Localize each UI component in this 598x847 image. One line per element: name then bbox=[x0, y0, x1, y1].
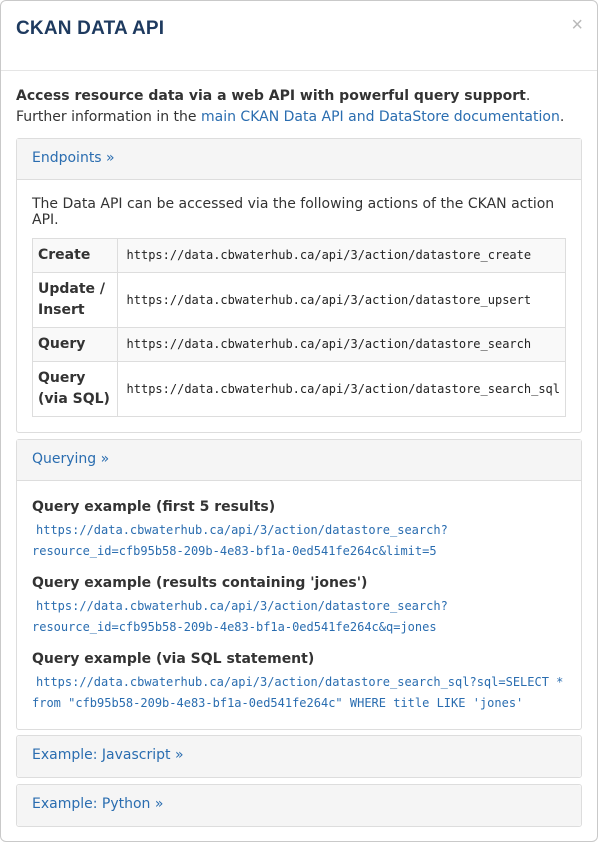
endpoints-toggle-link[interactable]: Endpoints » bbox=[32, 150, 115, 166]
endpoint-url: https://data.cbwaterhub.ca/api/3/action/… bbox=[116, 272, 567, 328]
endpoint-url: https://data.cbwaterhub.ca/api/3/action/… bbox=[116, 327, 567, 362]
querying-heading[interactable]: Querying » bbox=[17, 440, 581, 481]
table-row: Create https://data.cbwaterhub.ca/api/3/… bbox=[32, 238, 567, 273]
modal-header: CKAN DATA API × bbox=[1, 1, 597, 71]
javascript-heading[interactable]: Example: Javascript » bbox=[17, 736, 581, 777]
query-code-line: https://data.cbwaterhub.ca/api/3/action/… bbox=[36, 523, 448, 537]
modal-title: CKAN DATA API bbox=[16, 18, 165, 39]
endpoints-body: The Data API can be accessed via the fol… bbox=[17, 180, 581, 432]
query-example-title: Query example (via SQL statement) bbox=[32, 651, 315, 667]
endpoint-label: Create bbox=[32, 238, 118, 273]
intro-text: Access resource data via a web API with … bbox=[16, 86, 582, 128]
table-row: Update / Insert https://data.cbwaterhub.… bbox=[32, 272, 567, 328]
query-code-line: https://data.cbwaterhub.ca/api/3/action/… bbox=[36, 599, 448, 613]
query-example-code[interactable]: https://data.cbwaterhub.ca/api/3/action/… bbox=[32, 672, 566, 714]
endpoint-label: Update / Insert bbox=[32, 272, 118, 328]
querying-body: Query example (first 5 results) https://… bbox=[17, 481, 581, 729]
table-row: Query https://data.cbwaterhub.ca/api/3/a… bbox=[32, 327, 567, 362]
query-code-line: resource_id=cfb95b58-209b-4e83-bf1a-0ed5… bbox=[32, 620, 437, 634]
javascript-toggle-link[interactable]: Example: Javascript » bbox=[32, 747, 184, 763]
query-example-code[interactable]: https://data.cbwaterhub.ca/api/3/action/… bbox=[32, 520, 566, 562]
query-example: Query example (first 5 results) https://… bbox=[32, 496, 566, 562]
query-code-line: from "cfb95b58-209b-4e83-bf1a-0ed541fe26… bbox=[32, 696, 524, 710]
query-example: Query example (via SQL statement) https:… bbox=[32, 648, 566, 714]
query-example-title: Query example (first 5 results) bbox=[32, 499, 276, 515]
intro-end: . bbox=[559, 109, 565, 125]
query-example: Query example (results containing 'jones… bbox=[32, 572, 566, 638]
endpoints-table: Create https://data.cbwaterhub.ca/api/3/… bbox=[32, 238, 567, 417]
query-example-title: Query example (results containing 'jones… bbox=[32, 575, 368, 591]
query-example-code[interactable]: https://data.cbwaterhub.ca/api/3/action/… bbox=[32, 596, 566, 638]
table-row: Query (via SQL) https://data.cbwaterhub.… bbox=[32, 361, 567, 417]
python-toggle-link[interactable]: Example: Python » bbox=[32, 796, 163, 812]
endpoints-heading[interactable]: Endpoints » bbox=[17, 139, 581, 180]
intro-strong: Access resource data via a web API with … bbox=[16, 88, 526, 104]
close-icon[interactable]: × bbox=[571, 15, 583, 35]
endpoints-description: The Data API can be accessed via the fol… bbox=[32, 196, 555, 228]
endpoint-url: https://data.cbwaterhub.ca/api/3/action/… bbox=[116, 361, 567, 417]
endpoint-url: https://data.cbwaterhub.ca/api/3/action/… bbox=[116, 238, 567, 273]
query-code-line: https://data.cbwaterhub.ca/api/3/action/… bbox=[36, 675, 564, 689]
python-heading[interactable]: Example: Python » bbox=[17, 785, 581, 826]
endpoint-label: Query bbox=[32, 327, 118, 362]
querying-toggle-link[interactable]: Querying » bbox=[32, 451, 109, 467]
modal-body: Access resource data via a web API with … bbox=[1, 71, 597, 847]
python-panel: Example: Python » bbox=[16, 784, 582, 827]
documentation-link[interactable]: main CKAN Data API and DataStore documen… bbox=[201, 109, 560, 125]
api-modal: CKAN DATA API × Access resource data via… bbox=[0, 0, 598, 842]
querying-panel: Querying » Query example (first 5 result… bbox=[16, 439, 582, 730]
endpoint-label: Query (via SQL) bbox=[32, 361, 118, 417]
query-code-line: resource_id=cfb95b58-209b-4e83-bf1a-0ed5… bbox=[32, 544, 437, 558]
endpoints-panel: Endpoints » The Data API can be accessed… bbox=[16, 138, 582, 433]
javascript-panel: Example: Javascript » bbox=[16, 735, 582, 778]
